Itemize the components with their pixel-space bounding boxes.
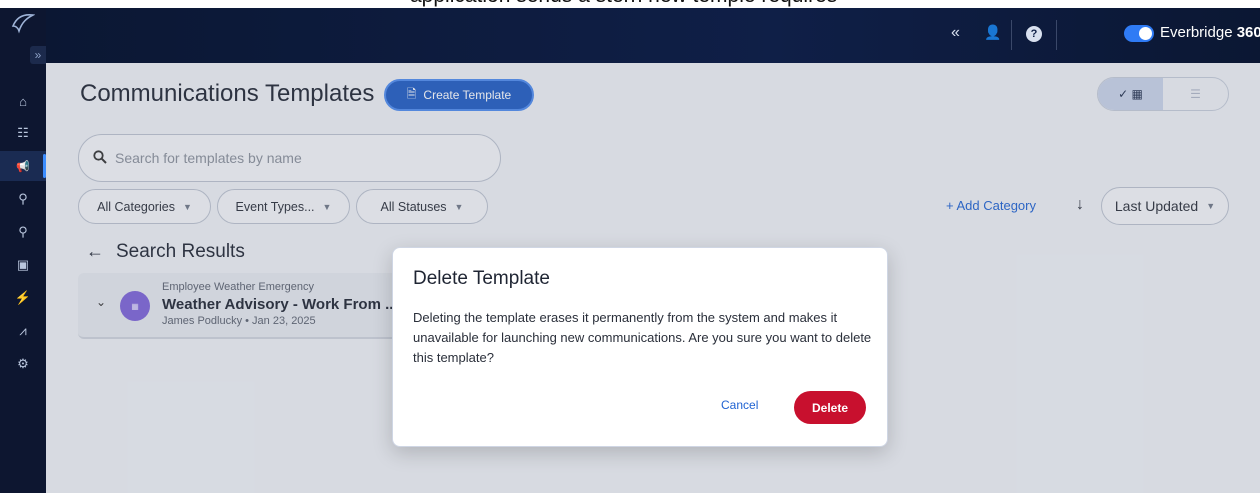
sidebar-item-locations[interactable]: ⚲ xyxy=(0,217,46,247)
contacts-icon: ☷ xyxy=(17,125,29,140)
top-bar: « 👤 ? Everbridge 360™ xyxy=(46,8,1260,63)
delete-template-dialog: Delete Template Deleting the template er… xyxy=(392,247,888,447)
cancel-button[interactable]: Cancel xyxy=(721,398,758,412)
route-icon: ⚲ xyxy=(18,191,28,206)
sidebar: » ⌂ ☷ 📢 ⚲ ⚲ ▣ ⚡ ⩘ ⚙ xyxy=(0,8,46,493)
divider xyxy=(1056,20,1057,50)
integration-icon: ⚡ xyxy=(14,290,32,305)
report-icon: ▣ xyxy=(16,257,30,272)
location-pin-icon: ⚲ xyxy=(18,224,28,239)
megaphone-icon: 📢 xyxy=(16,160,30,173)
banner-strip: application sends a stern new temple req… xyxy=(0,0,1260,8)
sidebar-item-reports[interactable]: ▣ xyxy=(0,250,46,280)
sidebar-item-home[interactable]: ⌂ xyxy=(0,86,46,116)
app-switcher-toggle[interactable] xyxy=(1124,25,1154,42)
home-icon: ⌂ xyxy=(19,93,27,109)
dialog-body: Deleting the template erases it permanen… xyxy=(413,310,872,365)
sidebar-item-communications[interactable]: 📢 xyxy=(0,151,46,181)
expand-sidebar-icon[interactable]: » xyxy=(30,46,46,64)
sidebar-item-settings[interactable]: ⚙ xyxy=(0,349,46,379)
banner-text: application sends a stern new temple req… xyxy=(410,0,837,8)
brand-label: Everbridge xyxy=(1160,24,1233,41)
help-icon[interactable]: ? xyxy=(1026,26,1042,42)
dialog-title: Delete Template xyxy=(413,268,550,289)
divider xyxy=(1011,20,1012,50)
settings-icon: ⚙ xyxy=(17,356,29,371)
sidebar-item-routes[interactable]: ⚲ xyxy=(0,184,46,214)
sidebar-item-contacts[interactable]: ☷ xyxy=(0,118,46,148)
brand-name: Everbridge 360™ xyxy=(1160,24,1260,41)
sidebar-item-analytics[interactable]: ⩘ xyxy=(0,316,46,346)
everbridge-logo-icon[interactable] xyxy=(10,12,36,36)
user-icon[interactable]: 👤 xyxy=(984,24,1001,41)
analytics-icon: ⩘ xyxy=(19,323,27,338)
delete-button[interactable]: Delete xyxy=(794,391,866,424)
sidebar-item-integrations[interactable]: ⚡ xyxy=(0,283,46,313)
brand-suffix: 360™ xyxy=(1236,24,1260,41)
collapse-icon[interactable]: « xyxy=(951,24,960,42)
